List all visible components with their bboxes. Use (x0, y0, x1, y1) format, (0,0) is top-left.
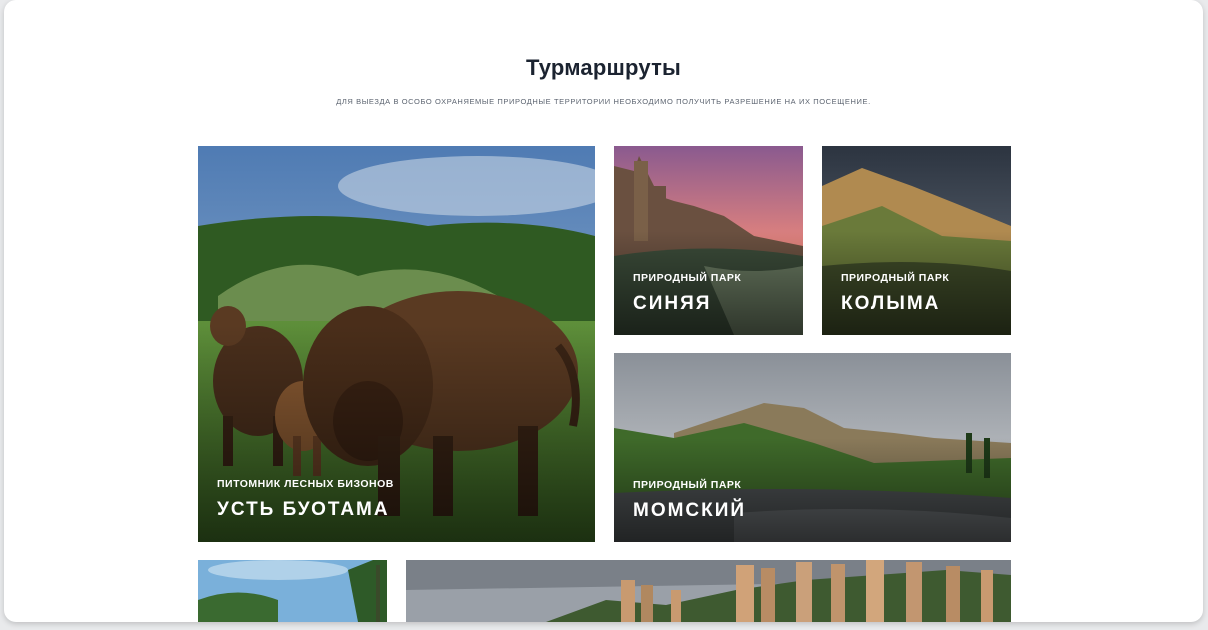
section-subtitle: Для выезда в особо охраняемые природные … (336, 97, 871, 106)
route-card-kolyma[interactable]: Природный парк Колыма (822, 146, 1011, 335)
card-type: Питомник лесных бизонов (217, 478, 394, 490)
route-card-momsky[interactable]: Природный парк Момский (614, 353, 1011, 542)
lena-pillars-photo-icon (406, 560, 1011, 622)
route-card-6[interactable] (406, 560, 1011, 622)
card-type: Природный парк (841, 272, 950, 284)
page-frame: Турмаршруты Для выезда в особо охраняемы… (4, 0, 1203, 622)
route-card-sinyaya[interactable]: Природный парк Синяя (614, 146, 803, 335)
card-name: Колыма (841, 293, 941, 314)
card-name: Усть Буотама (217, 499, 390, 520)
route-card-5[interactable] (198, 560, 387, 622)
card-type: Природный парк (633, 272, 742, 284)
card-type: Природный парк (633, 479, 742, 491)
forest-river-photo-icon (198, 560, 387, 622)
section-title: Турмаршруты (525, 55, 682, 80)
card-name: Синяя (633, 293, 712, 314)
card-name: Момский (633, 500, 747, 521)
route-card-ust-buotama[interactable]: Питомник лесных бизонов Усть Буотама (198, 146, 595, 542)
